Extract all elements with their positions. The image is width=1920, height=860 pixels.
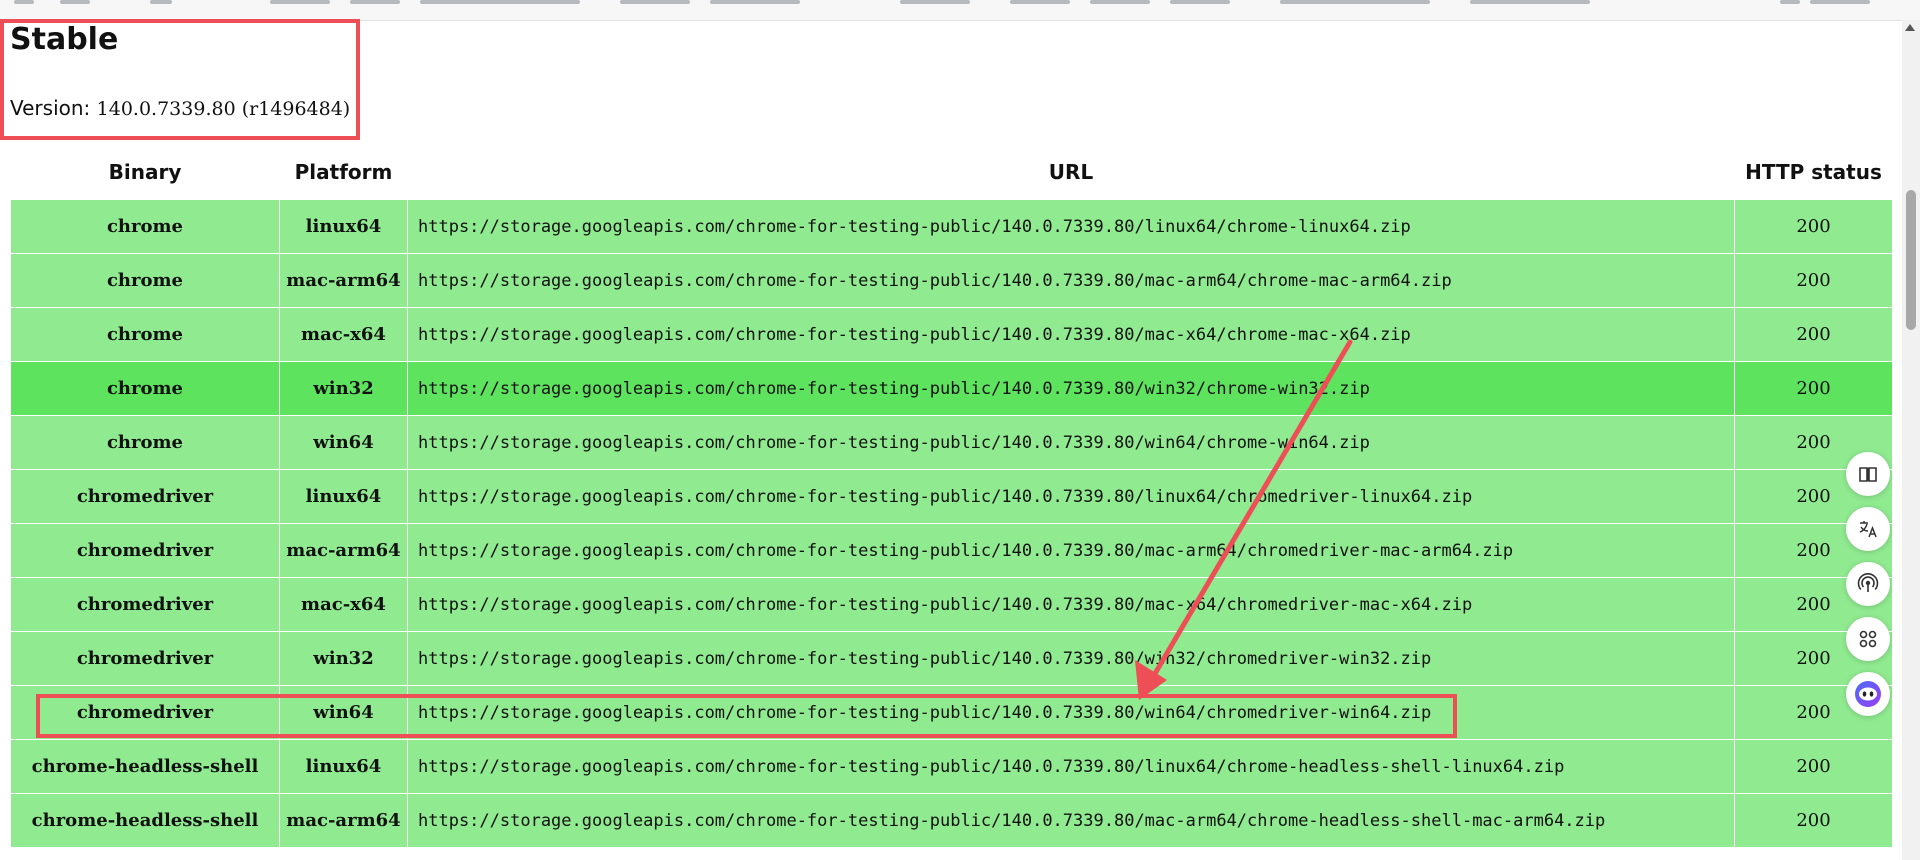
reader-tool-button[interactable]: [1846, 452, 1890, 496]
broadcast-icon: [1857, 573, 1879, 595]
status-cell: 200: [1734, 793, 1893, 848]
binary-cell: chromedriver: [10, 523, 280, 578]
status-cell: 200: [1734, 739, 1893, 794]
binary-cell: chrome: [10, 361, 280, 416]
binary-cell: chromedriver: [10, 631, 280, 686]
status-cell: 200: [1734, 307, 1893, 362]
binary-cell: chromedriver: [10, 685, 280, 740]
url-cell[interactable]: https://storage.googleapis.com/chrome-fo…: [407, 253, 1735, 308]
platform-cell: linux64: [279, 199, 408, 254]
platform-cell: win32: [279, 361, 408, 416]
platform-cell: win64: [279, 415, 408, 470]
binary-cell: chromedriver: [10, 469, 280, 524]
status-cell: 200: [1734, 361, 1893, 416]
url-cell[interactable]: https://storage.googleapis.com/chrome-fo…: [407, 523, 1735, 578]
table-row: chrome-headless-shell linux64 https://st…: [10, 739, 1893, 794]
status-cell: 200: [1734, 253, 1893, 308]
platform-cell: mac-arm64: [279, 253, 408, 308]
translate-tool-button[interactable]: [1846, 507, 1890, 551]
downloads-table: Binary Platform URL HTTP status chrome l…: [10, 145, 1893, 848]
platform-cell: mac-arm64: [279, 793, 408, 848]
url-cell[interactable]: https://storage.googleapis.com/chrome-fo…: [407, 631, 1735, 686]
url-cell[interactable]: https://storage.googleapis.com/chrome-fo…: [407, 685, 1735, 740]
column-header-platform: Platform: [279, 145, 408, 200]
downloads-table-wrap: Binary Platform URL HTTP status chrome l…: [10, 145, 1893, 848]
binary-cell: chrome: [10, 307, 280, 362]
bookmarks-bar[interactable]: [0, 0, 1920, 21]
broadcast-tool-button[interactable]: [1846, 562, 1890, 606]
reader-icon: [1857, 463, 1879, 485]
binary-cell: chromedriver: [10, 577, 280, 632]
platform-cell: mac-x64: [279, 577, 408, 632]
url-cell[interactable]: https://storage.googleapis.com/chrome-fo…: [407, 199, 1735, 254]
page-title: Stable: [10, 22, 119, 57]
table-row: chrome linux64 https://storage.googleapi…: [10, 199, 1893, 254]
platform-cell: linux64: [279, 469, 408, 524]
browser-page: Stable Version: 140.0.7339.80 (r1496484)…: [0, 0, 1920, 860]
assistant-tool-button[interactable]: [1846, 672, 1890, 716]
url-cell[interactable]: https://storage.googleapis.com/chrome-fo…: [407, 739, 1735, 794]
binary-cell: chrome-headless-shell: [10, 793, 280, 848]
url-cell[interactable]: https://storage.googleapis.com/chrome-fo…: [407, 361, 1735, 416]
url-cell[interactable]: https://storage.googleapis.com/chrome-fo…: [407, 307, 1735, 362]
url-cell[interactable]: https://storage.googleapis.com/chrome-fo…: [407, 793, 1735, 848]
url-cell[interactable]: https://storage.googleapis.com/chrome-fo…: [407, 469, 1735, 524]
table-row-highlighted: chromedriver win64 https://storage.googl…: [10, 685, 1893, 740]
table-row: chrome-headless-shell mac-arm64 https://…: [10, 793, 1893, 848]
version-label: Version:: [10, 96, 91, 120]
url-cell[interactable]: https://storage.googleapis.com/chrome-fo…: [407, 415, 1735, 470]
table-header-row: Binary Platform URL HTTP status: [10, 145, 1893, 200]
status-cell: 200: [1734, 199, 1893, 254]
table-row-hovered: chrome win32 https://storage.googleapis.…: [10, 361, 1893, 416]
table-row: chromedriver linux64 https://storage.goo…: [10, 469, 1893, 524]
platform-cell: mac-x64: [279, 307, 408, 362]
apps-icon: [1857, 628, 1879, 650]
vertical-scrollbar[interactable]: [1902, 20, 1920, 860]
platform-cell: win32: [279, 631, 408, 686]
table-row: chrome mac-arm64 https://storage.googlea…: [10, 253, 1893, 308]
url-cell[interactable]: https://storage.googleapis.com/chrome-fo…: [407, 577, 1735, 632]
binary-cell: chrome-headless-shell: [10, 739, 280, 794]
table-row: chromedriver mac-x64 https://storage.goo…: [10, 577, 1893, 632]
scrollbar-thumb[interactable]: [1906, 190, 1916, 330]
table-row: chrome win64 https://storage.googleapis.…: [10, 415, 1893, 470]
assistant-icon: [1853, 679, 1883, 709]
column-header-binary: Binary: [10, 145, 280, 200]
scroll-up-arrow-icon[interactable]: [1905, 24, 1915, 31]
platform-cell: win64: [279, 685, 408, 740]
platform-cell: linux64: [279, 739, 408, 794]
binary-cell: chrome: [10, 199, 280, 254]
version-value: 140.0.7339.80 (r1496484): [96, 98, 351, 120]
apps-tool-button[interactable]: [1846, 617, 1890, 661]
table-row: chromedriver win32 https://storage.googl…: [10, 631, 1893, 686]
table-row: chrome mac-x64 https://storage.googleapi…: [10, 307, 1893, 362]
table-row: chromedriver mac-arm64 https://storage.g…: [10, 523, 1893, 578]
platform-cell: mac-arm64: [279, 523, 408, 578]
binary-cell: chrome: [10, 415, 280, 470]
column-header-url: URL: [407, 145, 1735, 200]
version-line: Version: 140.0.7339.80 (r1496484): [10, 96, 350, 120]
binary-cell: chrome: [10, 253, 280, 308]
column-header-http-status: HTTP status: [1734, 145, 1893, 200]
translate-icon: [1857, 518, 1879, 540]
